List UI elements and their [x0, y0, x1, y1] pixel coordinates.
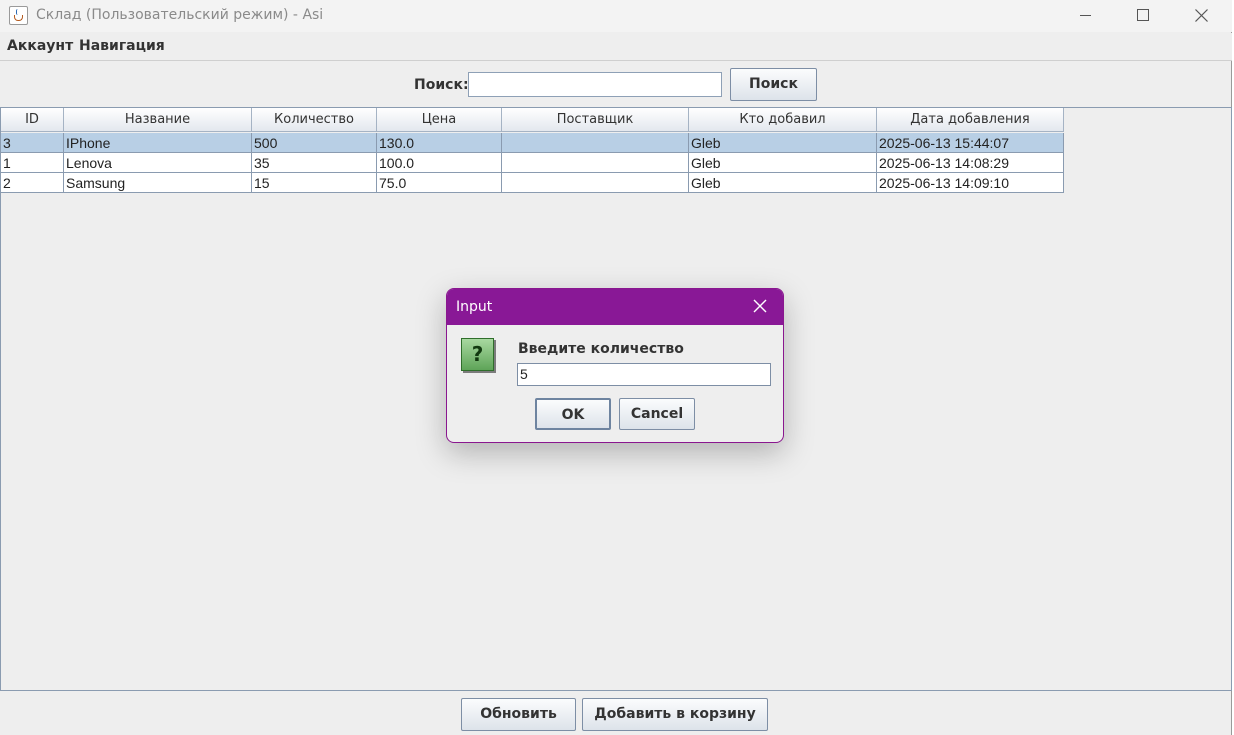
cell-name[interactable]: Samsung	[64, 173, 252, 193]
column-header-quantity[interactable]: Количество	[252, 108, 377, 132]
column-header-supplier[interactable]: Поставщик	[502, 108, 689, 132]
ok-button[interactable]: OK	[535, 398, 611, 430]
close-window-button[interactable]	[1172, 0, 1230, 32]
cell-id[interactable]: 1	[1, 153, 64, 173]
cell-price[interactable]: 130.0	[377, 133, 502, 153]
column-header-name[interactable]: Название	[64, 108, 252, 132]
close-icon	[753, 299, 767, 313]
close-icon	[1195, 9, 1208, 22]
column-header-date-added[interactable]: Дата добавления	[877, 108, 1064, 132]
cell-quantity[interactable]: 15	[252, 173, 377, 193]
search-button[interactable]: Поиск	[730, 68, 817, 101]
menu-bar: Аккаунт Навигация	[0, 33, 1232, 61]
column-header-price[interactable]: Цена	[377, 108, 502, 132]
cancel-button[interactable]: Cancel	[619, 398, 695, 430]
question-icon: ?	[461, 338, 494, 371]
cell-name[interactable]: IPhone	[64, 133, 252, 153]
cell-quantity[interactable]: 35	[252, 153, 377, 173]
window-title: Склад (Пользовательский режим) - Asi	[36, 7, 324, 23]
cell-quantity[interactable]: 500	[252, 133, 377, 153]
column-header-added-by[interactable]: Кто добавил	[689, 108, 877, 132]
cell-added-by[interactable]: Gleb	[689, 153, 877, 173]
cell-date-added[interactable]: 2025-06-13 14:08:29	[877, 153, 1064, 173]
cell-price[interactable]: 100.0	[377, 153, 502, 173]
add-to-cart-button[interactable]: Добавить в корзину	[582, 698, 768, 731]
title-bar[interactable]: Склад (Пользовательский режим) - Asi	[0, 0, 1232, 32]
cell-id[interactable]: 3	[1, 133, 64, 153]
cell-date-added[interactable]: 2025-06-13 14:09:10	[877, 173, 1064, 193]
refresh-button[interactable]: Обновить	[461, 698, 576, 731]
input-dialog: Input ? Введите количество 5 OK Cancel	[446, 288, 784, 443]
dialog-prompt: Введите количество	[518, 341, 684, 357]
cell-supplier[interactable]	[502, 153, 689, 173]
main-window: Склад (Пользовательский режим) - Asi Акк…	[0, 0, 1232, 735]
cell-price[interactable]: 75.0	[377, 173, 502, 193]
cell-id[interactable]: 2	[1, 173, 64, 193]
column-header-id[interactable]: ID	[1, 108, 64, 132]
java-cup-icon	[9, 6, 28, 25]
menu-account[interactable]: Аккаунт	[7, 38, 73, 54]
search-label: Поиск:	[414, 77, 469, 93]
cell-added-by[interactable]: Gleb	[689, 173, 877, 193]
menu-navigation[interactable]: Навигация	[79, 38, 165, 54]
search-input[interactable]	[468, 72, 722, 97]
dialog-title: Input	[456, 299, 493, 315]
maximize-button[interactable]	[1114, 0, 1172, 32]
dialog-close-button[interactable]	[753, 299, 769, 315]
cell-supplier[interactable]	[502, 173, 689, 193]
cell-added-by[interactable]: Gleb	[689, 133, 877, 153]
cell-date-added[interactable]: 2025-06-13 15:44:07	[877, 133, 1064, 153]
quantity-input[interactable]: 5	[517, 363, 771, 386]
maximize-icon	[1137, 9, 1149, 21]
cell-name[interactable]: Lenova	[64, 153, 252, 173]
minimize-icon	[1080, 15, 1091, 16]
cell-supplier[interactable]	[502, 133, 689, 153]
dialog-title-bar[interactable]: Input	[447, 289, 783, 325]
minimize-button[interactable]	[1056, 0, 1114, 32]
